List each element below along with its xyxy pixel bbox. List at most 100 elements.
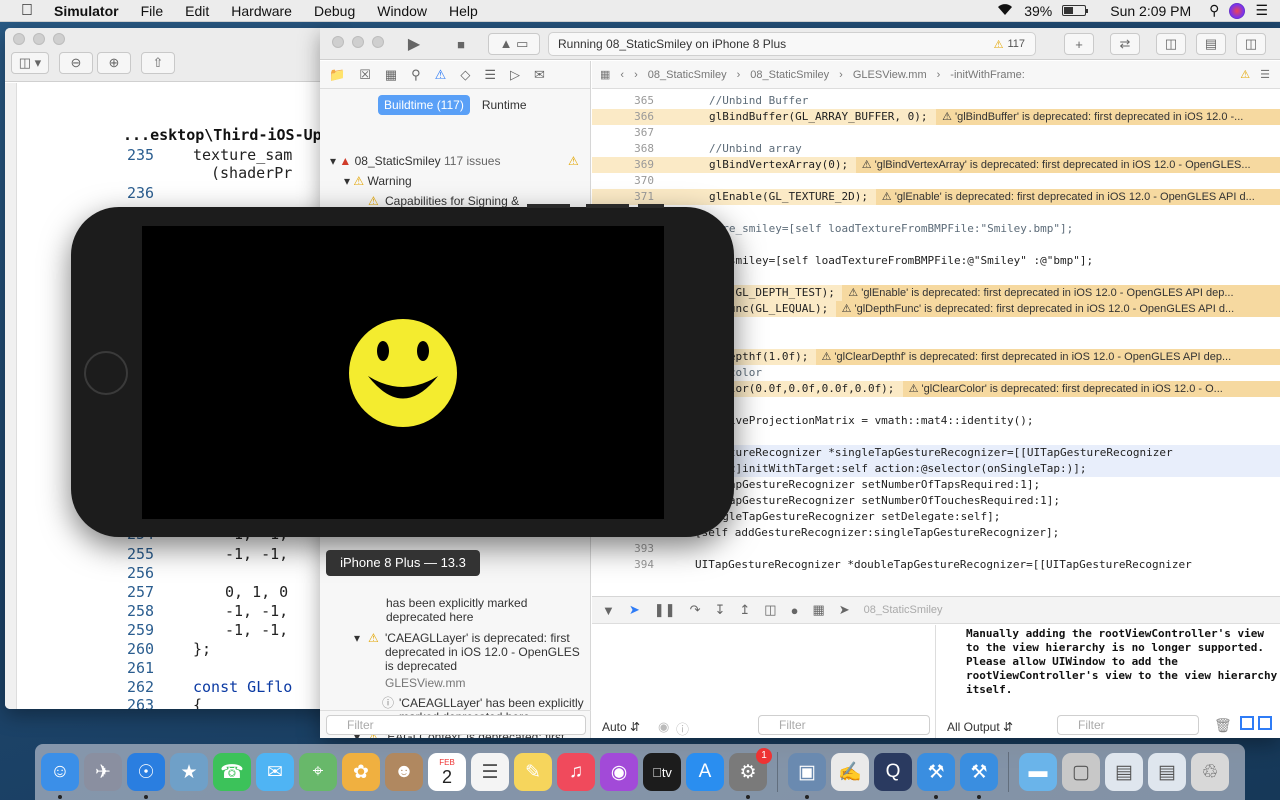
menu-file[interactable]: File xyxy=(130,0,175,22)
breakpoints-toggle-icon[interactable]: ➤ xyxy=(629,602,640,618)
debug-area-toggle-icon[interactable]: ▤ xyxy=(1196,33,1226,55)
issue-navigator-icon[interactable]: ⚠ xyxy=(435,67,447,83)
code-review-icon[interactable]: ⇄ xyxy=(1110,33,1140,55)
navigator-filter-input[interactable]: Filter xyxy=(326,715,586,735)
navigator-toggle-icon[interactable]: ◫ xyxy=(1156,33,1186,55)
menu-help[interactable]: Help xyxy=(438,0,489,22)
warning-message[interactable]: ⚠ 'glDepthFunc' is deprecated: first dep… xyxy=(835,301,1280,317)
systemprefs-icon[interactable]: ⚙ 1 xyxy=(729,748,772,799)
split-left-icon[interactable] xyxy=(1240,716,1254,730)
jumpbar-file[interactable]: GLESView.mm xyxy=(853,69,927,81)
stop-icon[interactable]: ■ xyxy=(446,33,476,55)
finder-icon[interactable]: ☺ xyxy=(41,753,79,799)
output-selector[interactable]: All Output ⇵ xyxy=(947,720,1013,734)
breakpoint-navigator-icon[interactable]: ▷ xyxy=(510,67,520,83)
zoom-in-icon[interactable]: ⊕ xyxy=(97,52,131,74)
run-icon[interactable]: ▶ xyxy=(399,33,429,55)
variables-filter-input[interactable]: Filter xyxy=(758,715,930,735)
warning-message[interactable]: ⚠ 'glEnable' is deprecated: first deprec… xyxy=(875,189,1280,205)
project-issue-row[interactable]: ▾ ▲ 08_StaticSmiley 117 issues ⚠ xyxy=(330,154,590,168)
close-window-button[interactable] xyxy=(13,33,25,45)
window1-icon[interactable]: ▤ xyxy=(1105,753,1143,791)
trash-icon[interactable]: ♲ xyxy=(1191,753,1229,791)
disclosure-triangle-icon[interactable]: ▾ xyxy=(330,154,336,168)
minimize-window-button[interactable] xyxy=(352,36,364,48)
notes-icon[interactable]: ✎ xyxy=(514,753,552,791)
wifi-icon[interactable] xyxy=(996,2,1014,19)
launchpad-icon[interactable]: ✈ xyxy=(84,753,122,791)
tab-runtime[interactable]: Runtime xyxy=(476,95,533,115)
step-out-icon[interactable]: ↥ xyxy=(739,602,750,618)
music-icon[interactable]: ♫ xyxy=(557,753,595,791)
warning-message[interactable]: ⚠ 'glClearColor' is deprecated: first de… xyxy=(902,381,1280,397)
auto-selector[interactable]: Auto ⇵ xyxy=(602,720,640,734)
photos-icon[interactable]: ✿ xyxy=(342,753,380,791)
disclosure-triangle-icon[interactable]: ▾ xyxy=(354,631,360,645)
textedit-icon[interactable]: ✍ xyxy=(831,753,869,791)
simulator-screen[interactable] xyxy=(142,226,664,519)
forward-icon[interactable]: › xyxy=(634,69,638,81)
zoom-out-icon[interactable]: ⊖ xyxy=(59,52,93,74)
warning-message[interactable]: ⚠ 'glEnable' is deprecated: first deprec… xyxy=(842,285,1280,301)
share-icon[interactable]: ⇧ xyxy=(141,52,175,74)
issue-note-row[interactable]: has been explicitly marked deprecated he… xyxy=(386,596,586,624)
home-button[interactable] xyxy=(84,351,128,395)
scheme-selector-icon[interactable]: ▲ ▭ xyxy=(488,33,540,55)
issue-row[interactable]: ▾ ⚠ 'CAEAGLLayer' is deprecated: first d… xyxy=(354,631,584,690)
zoom-window-button[interactable] xyxy=(372,36,384,48)
maps-icon[interactable]: ⌖ xyxy=(299,753,337,791)
test-navigator-icon[interactable]: ◇ xyxy=(460,67,470,83)
messages-icon[interactable]: ✉ xyxy=(256,753,294,791)
facetime-icon[interactable]: ☎ xyxy=(213,753,251,791)
editor-options-icon[interactable]: ☰ xyxy=(1260,68,1270,81)
spotlight-icon[interactable]: ⚲ xyxy=(1209,2,1219,19)
folder-icon[interactable]: ▬ xyxy=(1019,753,1057,791)
siri-icon[interactable] xyxy=(1229,2,1246,19)
xcode-beta-icon[interactable]: ⚒ xyxy=(960,753,998,799)
split-right-icon[interactable] xyxy=(1258,716,1272,730)
warning-counter[interactable]: ⚠ 117 xyxy=(994,38,1025,51)
warning-icon[interactable]: ⚠ xyxy=(1240,68,1250,81)
screenshot-icon[interactable]: ▢ xyxy=(1062,753,1100,791)
mute-switch[interactable] xyxy=(638,204,664,208)
hide-debug-area-icon[interactable]: ▼ xyxy=(602,603,615,618)
battery-icon[interactable] xyxy=(1062,5,1089,16)
tab-buildtime[interactable]: Buildtime (117) xyxy=(378,95,470,115)
menu-app-name[interactable]: Simulator xyxy=(54,0,130,22)
quicktime-icon[interactable]: Q xyxy=(874,753,912,791)
jumpbar-method[interactable]: -initWithFrame: xyxy=(950,69,1025,81)
memory-graph-icon[interactable]: ● xyxy=(791,603,799,618)
debug-navigator-icon[interactable]: ☰ xyxy=(484,67,496,83)
calendar-icon[interactable]: FEB 2 xyxy=(428,753,466,791)
window2-icon[interactable]: ▤ xyxy=(1148,753,1186,791)
warning-group-row[interactable]: ▾ ⚠ Warning xyxy=(344,174,412,188)
disclosure-triangle-icon[interactable]: ▾ xyxy=(344,174,350,188)
source-control-icon[interactable]: ☒ xyxy=(359,67,371,83)
menu-edit[interactable]: Edit xyxy=(174,0,220,22)
menu-debug[interactable]: Debug xyxy=(303,0,366,22)
apple-menu-icon[interactable]:  xyxy=(0,2,54,20)
pause-icon[interactable]: ❚❚ xyxy=(654,602,676,618)
view-hierarchy-icon[interactable]: ◫ xyxy=(764,602,776,618)
clock[interactable]: Sun 2:09 PM xyxy=(1110,3,1191,19)
report-navigator-icon[interactable]: ✉ xyxy=(534,67,545,83)
podcasts-icon[interactable]: ◉ xyxy=(600,753,638,791)
related-items-icon[interactable]: ▦ xyxy=(600,68,610,81)
menu-window[interactable]: Window xyxy=(366,0,438,22)
warning-message[interactable]: ⚠ 'glClearDepthf' is deprecated: first d… xyxy=(815,349,1280,365)
volume-up-button[interactable] xyxy=(527,204,570,208)
close-window-button[interactable] xyxy=(332,36,344,48)
console-filter-input[interactable]: Filter xyxy=(1057,715,1199,735)
find-navigator-icon[interactable]: ⚲ xyxy=(411,67,421,83)
sidebar-toggle-icon[interactable]: ◫ ▾ xyxy=(11,52,49,74)
appstore-icon[interactable]: A xyxy=(686,753,724,791)
zoom-window-button[interactable] xyxy=(53,33,65,45)
menu-hardware[interactable]: Hardware xyxy=(220,0,303,22)
jumpbar-group[interactable]: 08_StaticSmiley xyxy=(750,69,829,81)
trash-icon[interactable]: 🗑 xyxy=(1214,717,1232,734)
warning-message[interactable]: ⚠ 'glBindBuffer' is deprecated: first de… xyxy=(936,109,1280,125)
back-icon[interactable]: ‹ xyxy=(620,69,624,81)
location-icon[interactable]: ➤ xyxy=(839,602,850,618)
environment-overrides-icon[interactable]: ▦ xyxy=(812,602,824,618)
eye-icon[interactable]: ◉ xyxy=(658,719,669,735)
